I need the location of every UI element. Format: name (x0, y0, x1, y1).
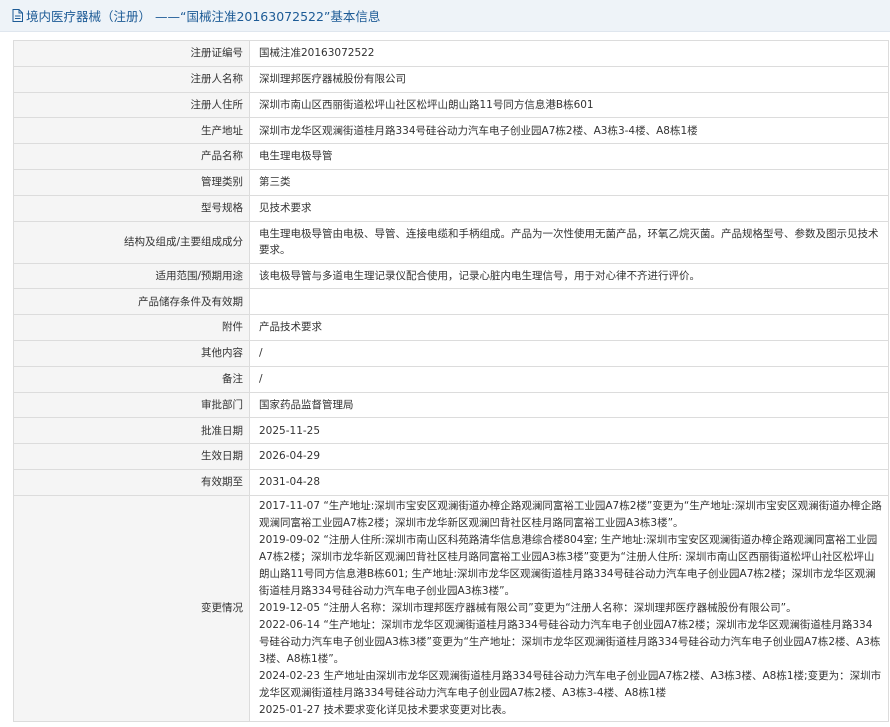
expiry-date-value: 2031-04-28 (249, 468, 889, 496)
document-icon (12, 9, 23, 22)
change-history-label: 变更情况 (13, 494, 250, 722)
row-attachment: 附件 产品技术要求 (13, 314, 889, 341)
other-content-value: / (249, 339, 889, 367)
row-management-category: 管理类别 第三类 (13, 168, 889, 196)
row-remarks: 备注 / (13, 365, 889, 393)
attachment-value: 产品技术要求 (249, 314, 889, 341)
change-history-entry: 2025-01-27 技术要求变化详见技术要求变更对比表。 (259, 703, 513, 716)
production-address-label: 生产地址 (13, 117, 250, 145)
registrant-name-label: 注册人名称 (13, 65, 250, 93)
info-table: 注册证编号 国械注准20163072522 注册人名称 深圳理邦医疗器械股份有限公司注… (13, 40, 889, 722)
approval-date-value: 2025-11-25 (249, 417, 889, 445)
change-history-entry: 2024-02-23 生产地址由深圳市龙华区观澜街道桂月路334号硅谷动力汽车电… (259, 669, 882, 699)
row-production-address: 生产地址 深圳市龙华区观澜街道桂月路334号硅谷动力汽车电子创业园A7栋2楼、A3… (13, 117, 889, 145)
effective-date-value: 2026-04-29 (249, 443, 889, 470)
attachment-label: 附件 (13, 314, 250, 341)
row-approval-date: 批准日期 2025-11-25 (13, 417, 889, 445)
page-title: 境内医疗器械（注册） ——“国械注准20163072522”基本信息 (26, 9, 381, 24)
row-registrant-address: 注册人住所 深圳市南山区西丽街道松坪山社区松坪山朗山路11号同方信息港B栋601 (13, 91, 889, 119)
structure-composition-value: 电生理电极导管由电极、导管、连接电缆和手柄组成。产品为一次性使用无菌产品，环氧乙… (249, 220, 889, 264)
change-history-entry: 2017-11-07 “生产地址:深圳市宝安区观澜街道办樟企路观澜同富裕工业园A… (259, 499, 882, 529)
model-spec-value: 见技术要求 (249, 194, 889, 222)
expiry-date-label: 有效期至 (13, 468, 250, 496)
change-history-entry: 2022-06-14 “生产地址：深圳市龙华区观澜街道桂月路334号硅谷动力汽车… (259, 618, 881, 665)
row-storage-validity: 产品储存条件及有效期 (13, 288, 889, 316)
storage-validity-label: 产品储存条件及有效期 (13, 288, 250, 316)
management-category-label: 管理类别 (13, 168, 250, 196)
registration-number-label: 注册证编号 (13, 40, 250, 67)
model-spec-label: 型号规格 (13, 194, 250, 222)
change-history-entry: 2019-09-02 “注册人住所:深圳市南山区科苑路清华信息港综合楼804室;… (259, 533, 878, 597)
approval-department-label: 审批部门 (13, 391, 250, 419)
product-name-value: 电生理电极导管 (249, 143, 889, 170)
approval-date-label: 批准日期 (13, 417, 250, 445)
row-other-content: 其他内容 / (13, 339, 889, 367)
management-category-value: 第三类 (249, 168, 889, 196)
effective-date-label: 生效日期 (13, 443, 250, 470)
product-name-label: 产品名称 (13, 143, 250, 170)
registration-number-value: 国械注准20163072522 (249, 40, 889, 67)
registrant-name-value: 深圳理邦医疗器械股份有限公司 (249, 65, 889, 93)
row-change-history: 变更情况 2017-11-07 “生产地址:深圳市宝安区观澜街道办樟企路观澜同富裕… (13, 494, 889, 722)
row-expiry-date: 有效期至 2031-04-28 (13, 468, 889, 496)
change-history-entry: 2019-12-05 “注册人名称：深圳市理邦医疗器械有限公司”变更为“注册人名… (259, 601, 797, 614)
page-header: 境内医疗器械（注册） ——“国械注准20163072522”基本信息 (0, 0, 890, 32)
row-effective-date: 生效日期 2026-04-29 (13, 443, 889, 470)
approval-department-value: 国家药品监督管理局 (249, 391, 889, 419)
scope-of-use-label: 适用范围/预期用途 (13, 262, 250, 290)
row-approval-department: 审批部门 国家药品监督管理局 (13, 391, 889, 419)
production-address-value: 深圳市龙华区观澜街道桂月路334号硅谷动力汽车电子创业园A7栋2楼、A3栋3-4… (249, 117, 889, 145)
registrant-address-label: 注册人住所 (13, 91, 250, 119)
other-content-label: 其他内容 (13, 339, 250, 367)
row-model-spec: 型号规格 见技术要求 (13, 194, 889, 222)
remarks-label: 备注 (13, 365, 250, 393)
scope-of-use-value: 该电极导管与多道电生理记录仪配合使用，记录心脏内电生理信号，用于对心律不齐进行评… (249, 262, 889, 290)
remarks-value: / (249, 365, 889, 393)
row-product-name: 产品名称 电生理电极导管 (13, 143, 889, 170)
row-scope-of-use: 适用范围/预期用途 该电极导管与多道电生理记录仪配合使用，记录心脏内电生理信号，用… (13, 262, 889, 290)
row-registration-number: 注册证编号 国械注准20163072522 (13, 40, 889, 67)
storage-validity-value (249, 288, 889, 316)
structure-composition-label: 结构及组成/主要组成成分 (13, 220, 250, 264)
row-registrant-name: 注册人名称 深圳理邦医疗器械股份有限公司 (13, 65, 889, 93)
change-history-list: 2017-11-07 “生产地址:深圳市宝安区观澜街道办樟企路观澜同富裕工业园A… (249, 494, 889, 722)
row-structure-composition: 结构及组成/主要组成成分 电生理电极导管由电极、导管、连接电缆和手柄组成。产品为一… (13, 220, 889, 264)
registrant-address-value: 深圳市南山区西丽街道松坪山社区松坪山朗山路11号同方信息港B栋601 (249, 91, 889, 119)
